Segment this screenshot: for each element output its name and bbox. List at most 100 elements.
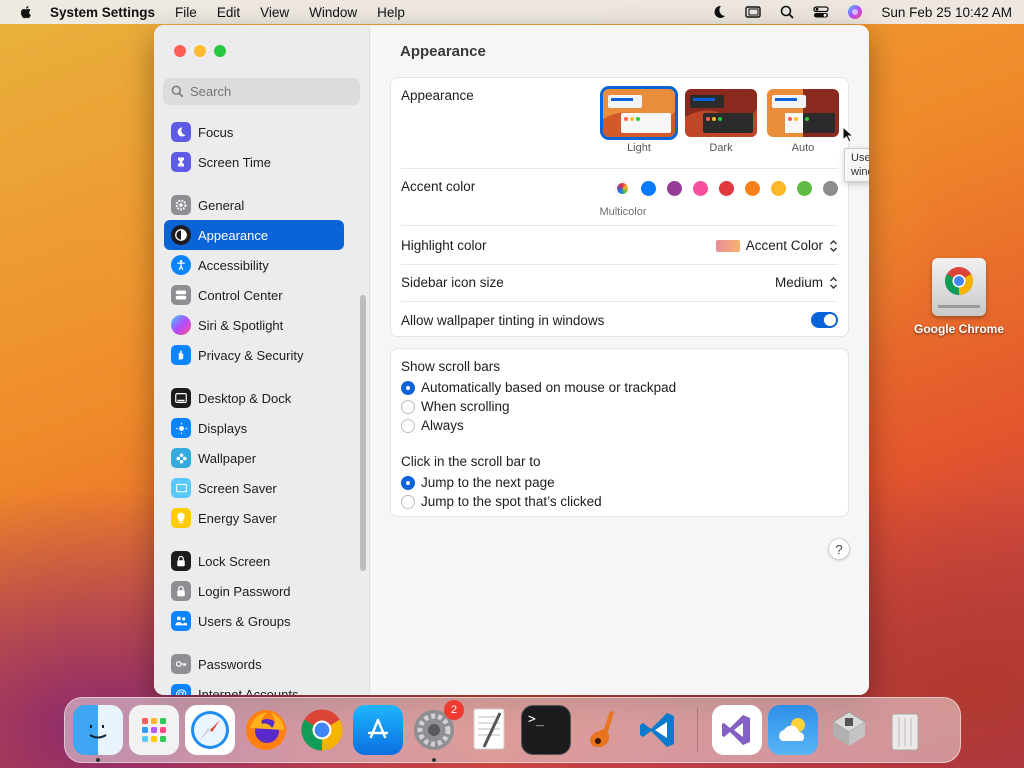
sidebar-item-screen-time[interactable]: Screen Time [164,147,344,177]
textedit-icon[interactable] [465,705,515,755]
safari-icon[interactable] [185,705,235,755]
desktop-icon-label: Google Chrome [913,322,1004,336]
siri-icon[interactable] [847,4,863,20]
moon-icon [171,122,191,142]
sidebar: Focus Screen Time General Appearance Acc… [154,25,370,695]
sidebar-item-internet-accounts[interactable]: @ Internet Accounts [164,679,344,695]
menu-window[interactable]: Window [309,5,357,20]
visual-studio-icon[interactable] [712,705,762,755]
chrome-icon[interactable] [297,705,347,755]
sidebar-item-energy-saver[interactable]: Energy Saver [164,503,344,533]
show-scroll-bars-group: Show scroll bars Automatically based on … [401,359,676,435]
control-center-icon[interactable] [813,4,830,20]
sidebar-item-displays[interactable]: Displays [164,413,344,443]
sidebar-item-label: Energy Saver [198,510,277,526]
menu-app-name[interactable]: System Settings [50,5,155,20]
radio-button[interactable] [401,494,415,509]
focus-moon-icon[interactable] [711,4,727,20]
accent-green-swatch[interactable] [797,181,812,196]
stage-manager-icon[interactable] [745,4,762,20]
accent-yellow-swatch[interactable] [771,181,786,196]
desktop-chrome-icon[interactable]: Google Chrome [905,258,1013,336]
menu-file[interactable]: File [175,5,197,20]
sidebar-icon-size-popup[interactable]: Medium [775,275,838,290]
spotlight-search-icon[interactable] [779,4,795,20]
sidebar-item-lock-screen[interactable]: Lock Screen [164,546,344,576]
appearance-label: Appearance [401,88,474,103]
accent-pink-swatch[interactable] [693,181,708,196]
radio-jump-next-page[interactable]: Jump to the next page [401,473,602,492]
accent-multicolor-swatch[interactable] [615,181,630,196]
click-scroll-bar-group: Click in the scroll bar to Jump to the n… [401,454,602,511]
system-settings-icon[interactable]: 2 [409,700,464,762]
sidebar-item-label: Screen Time [198,154,271,170]
sidebar-item-desktop-dock[interactable]: Desktop & Dock [164,383,344,413]
chevron-updown-icon [830,276,837,289]
app-store-icon[interactable] [353,705,403,755]
menu-clock[interactable]: Sun Feb 25 10:42 AM [881,5,1012,20]
sidebar-scrollbar[interactable] [360,295,366,571]
radio-jump-to-spot[interactable]: Jump to the spot that’s clicked [401,492,602,511]
apple-logo-icon[interactable] [18,4,34,20]
firefox-icon[interactable] [241,705,291,755]
highlight-color-label: Highlight color [401,238,487,253]
sidebar-item-appearance[interactable]: Appearance [164,220,344,250]
sidebar-item-privacy-security[interactable]: Privacy & Security [164,340,344,370]
garageband-icon[interactable] [577,705,627,755]
wallpaper-tinting-toggle[interactable] [811,312,838,328]
theme-light-option[interactable] [600,86,678,140]
menu-help[interactable]: Help [377,5,405,20]
zoom-button[interactable] [214,45,226,57]
theme-dark-option[interactable] [685,89,757,137]
page-title: Appearance [400,43,486,60]
theme-auto-option[interactable] [767,89,839,137]
finder-icon[interactable] [73,705,123,762]
radio-scroll-auto[interactable]: Automatically based on mouse or trackpad [401,378,676,397]
sidebar-item-wallpaper[interactable]: Wallpaper [164,443,344,473]
sidebar-item-login-password[interactable]: Login Password [164,576,344,606]
radio-button[interactable] [401,399,415,414]
appearance-settings-card: Appearance Light Dark Auto Accent color [390,77,849,337]
sidebar-item-accessibility[interactable]: Accessibility [164,250,344,280]
wallpaper-tinting-row: Allow wallpaper tinting in windows [401,312,838,328]
accent-orange-swatch[interactable] [745,181,760,196]
menu-edit[interactable]: Edit [217,5,240,20]
terminal-icon[interactable]: >_ [521,705,571,755]
accent-red-swatch[interactable] [719,181,734,196]
trash-icon[interactable] [880,705,930,755]
sidebar-item-general[interactable]: General [164,190,344,220]
close-button[interactable] [174,45,186,57]
accent-selected-name: Multicolor [599,206,647,218]
accent-blue-swatch[interactable] [641,181,656,196]
sidebar-item-screen-saver[interactable]: Screen Saver [164,473,344,503]
radio-button[interactable] [401,475,415,490]
radio-scroll-always[interactable]: Always [401,416,676,435]
chevron-updown-icon [830,239,837,252]
minimize-button[interactable] [194,45,206,57]
weather-icon[interactable] [768,705,818,755]
radio-button[interactable] [401,418,415,433]
accent-purple-swatch[interactable] [667,181,682,196]
system-settings-window: Focus Screen Time General Appearance Acc… [154,25,869,695]
launchpad-icon[interactable] [129,705,179,755]
highlight-color-popup[interactable]: Accent Color [715,238,838,253]
search-input[interactable] [190,84,350,99]
hourglass-icon [171,152,191,172]
window-controls [174,45,226,57]
search-field[interactable] [163,78,360,105]
radio-scroll-when-scrolling[interactable]: When scrolling [401,397,676,416]
sidebar-item-focus[interactable]: Focus [164,117,344,147]
help-button[interactable]: ? [828,538,850,560]
radio-button[interactable] [401,380,415,395]
sidebar-item-siri-spotlight[interactable]: Siri & Spotlight [164,310,344,340]
radio-label: When scrolling [421,399,510,414]
sidebar-item-passwords[interactable]: Passwords [164,649,344,679]
sidebar-item-users-groups[interactable]: Users & Groups [164,606,344,636]
menu-view[interactable]: View [260,5,289,20]
vscode-icon[interactable] [633,705,683,755]
boot-camp-icon[interactable] [824,705,874,755]
sidebar-item-control-center[interactable]: Control Center [164,280,344,310]
sidebar-item-label: Login Password [198,583,291,599]
accent-graphite-swatch[interactable] [823,181,838,196]
hand-icon [171,345,191,365]
